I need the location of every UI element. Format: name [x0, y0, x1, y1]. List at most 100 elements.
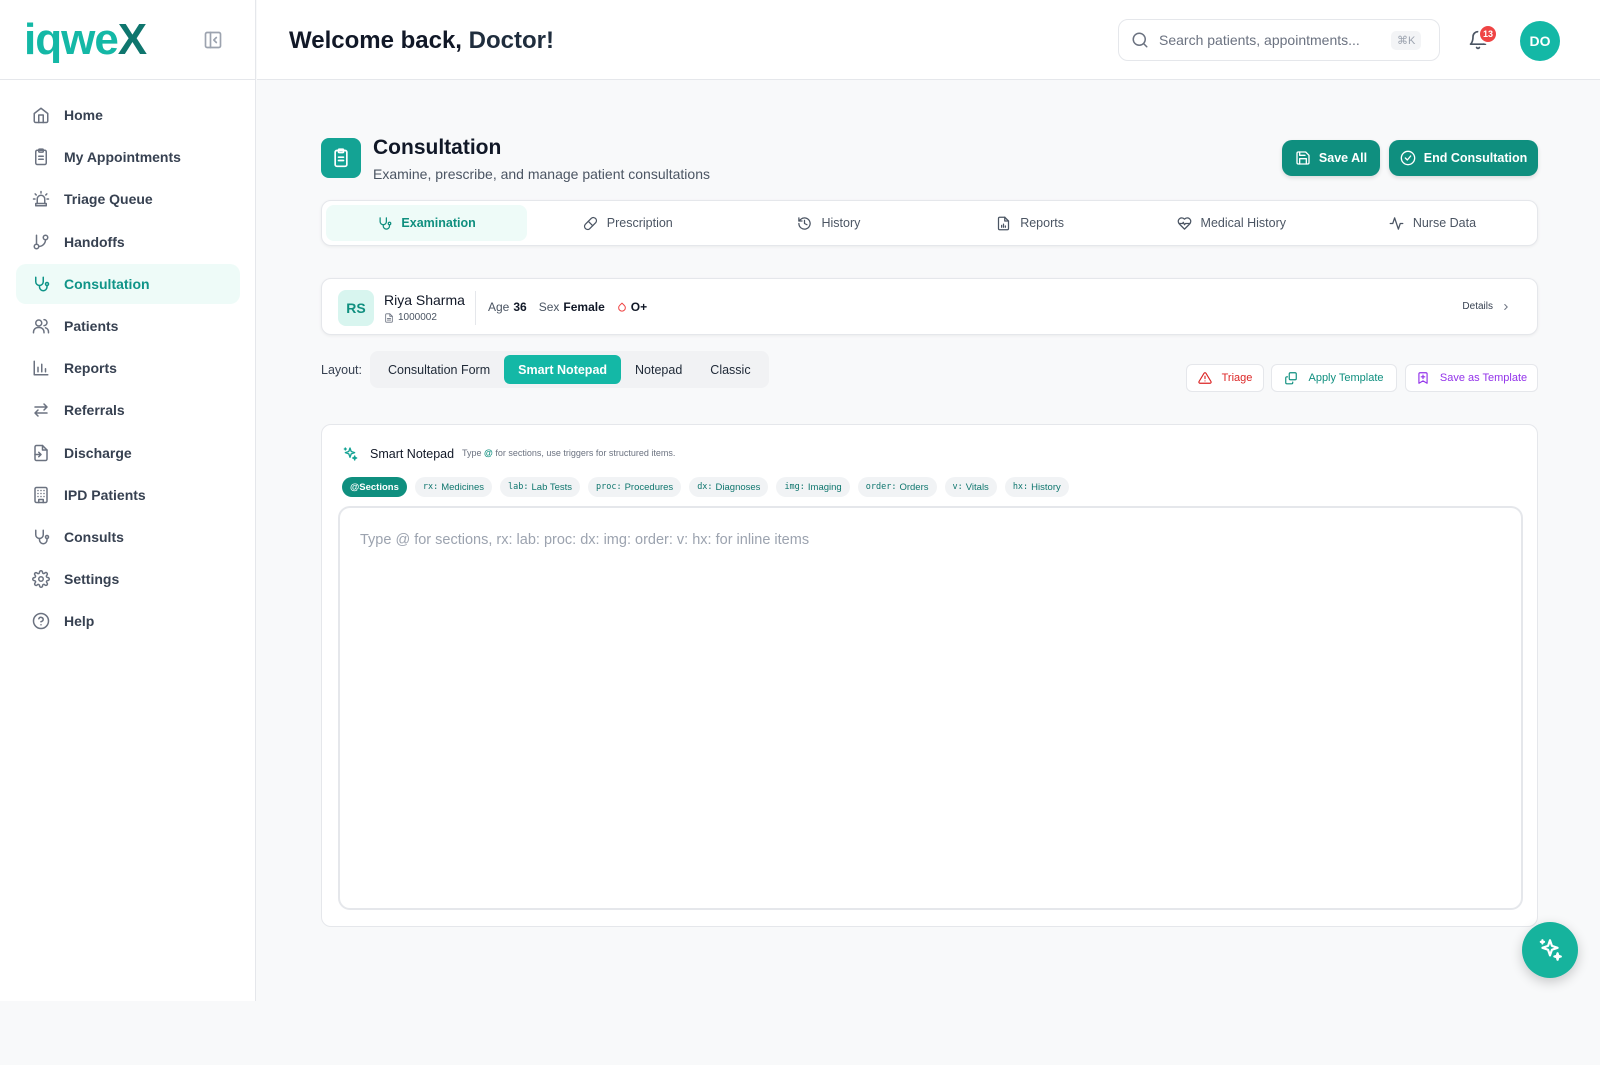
tab-label: Examination: [401, 216, 476, 230]
sidebar-item-triage-queue[interactable]: Triage Queue: [16, 179, 240, 219]
sidebar-item-handoffs[interactable]: Handoffs: [16, 222, 240, 262]
sidebar-item-label: Consultation: [64, 275, 150, 292]
smart-notepad-panel: Smart Notepad Type @ for sections, use t…: [321, 424, 1538, 927]
chip-procedures[interactable]: proc: Procedures: [588, 477, 682, 497]
file-icon: [384, 312, 394, 323]
sidebar-collapse-icon[interactable]: [203, 30, 223, 50]
ai-assistant-button[interactable]: [1522, 922, 1578, 978]
tab-label: Nurse Data: [1412, 216, 1477, 230]
sidebar-item-discharge[interactable]: Discharge: [16, 433, 240, 473]
chip-vitals[interactable]: v: Vitals: [944, 477, 997, 497]
history-icon: [797, 216, 812, 231]
chip-trigger: v:: [952, 482, 963, 492]
chip-orders[interactable]: order: Orders: [857, 477, 937, 497]
sidebar-item-label: Patients: [64, 317, 119, 334]
tab-label: Medical History: [1200, 216, 1286, 230]
chip-trigger: proc:: [596, 482, 622, 492]
chip-label: Procedures: [624, 481, 674, 493]
sidebar-item-label: Settings: [64, 571, 120, 588]
apply-template-button[interactable]: Apply Template: [1271, 364, 1397, 392]
chip-label: Vitals: [965, 481, 989, 493]
sparkles-icon: [1539, 939, 1562, 961]
sidebar-item-help[interactable]: Help: [16, 601, 240, 641]
logo[interactable]: iqweX: [24, 15, 147, 64]
layout-smart-notepad[interactable]: Smart Notepad: [504, 355, 622, 384]
chip-sections[interactable]: @ Sections: [342, 477, 407, 497]
chip-trigger: lab:: [508, 482, 529, 492]
chip-diagnoses[interactable]: dx: Diagnoses: [689, 477, 769, 497]
chip-history[interactable]: hx: History: [1004, 477, 1069, 497]
sidebar-item-label: My Appointments: [64, 149, 181, 166]
sex-value: Female: [563, 300, 605, 314]
tab-prescription[interactable]: Prescription: [527, 205, 728, 241]
sidebar-item-consults[interactable]: Consults: [16, 517, 240, 557]
tab-medical-history[interactable]: Medical History: [1131, 205, 1332, 241]
blood-drop-icon: [617, 301, 627, 313]
welcome-prefix: Welcome back,: [289, 27, 469, 54]
notification-badge: 13: [1478, 24, 1498, 44]
trigger-chips: @ Sections rx: Medicines lab: Lab Tests pro…: [342, 477, 1077, 497]
check-circle-icon: [1400, 150, 1416, 166]
sidebar-item-home[interactable]: Home: [16, 95, 240, 135]
global-search[interactable]: ⌘K: [1118, 19, 1440, 61]
chip-label: Imaging: [807, 481, 842, 493]
logo-text: iqwe: [24, 15, 119, 64]
chip-lab-tests[interactable]: lab: Lab Tests: [500, 477, 580, 497]
sidebar-item-ipd-patients[interactable]: IPD Patients: [16, 475, 240, 515]
layout-classic[interactable]: Classic: [696, 355, 764, 384]
sidebar-item-my-appointments[interactable]: My Appointments: [16, 137, 240, 177]
layout-selector: Consultation Form Smart Notepad Notepad …: [370, 351, 769, 388]
user-avatar[interactable]: DO: [1520, 21, 1560, 61]
sidebar-item-label: Handoffs: [64, 233, 125, 250]
hint-symbol: @: [484, 448, 493, 458]
tab-examination[interactable]: Examination: [326, 205, 528, 241]
details-link[interactable]: Details: [1462, 301, 1511, 312]
hint-prefix: Type: [462, 448, 482, 458]
triage-button[interactable]: Triage: [1186, 364, 1264, 392]
patient-id-value: 1000002: [398, 312, 437, 323]
gear-icon: [32, 570, 50, 588]
notepad-editor[interactable]: [338, 506, 1523, 910]
save-as-template-button[interactable]: Save as Template: [1405, 364, 1538, 392]
alert-triangle-icon: [1197, 371, 1212, 385]
sidebar-item-consultation[interactable]: Consultation: [16, 263, 240, 304]
sidebar-item-referrals[interactable]: Referrals: [16, 390, 240, 430]
tab-reports[interactable]: Reports: [930, 205, 1131, 241]
sidebar-item-patients[interactable]: Patients: [16, 306, 240, 346]
layout-notepad[interactable]: Notepad: [621, 355, 696, 384]
sidebar-item-label: Discharge: [64, 444, 132, 461]
top-header: Welcome back, Doctor! ⌘K 13 DO: [257, 0, 1600, 80]
blood-group-value: O+: [630, 300, 648, 314]
notepad-hint: Type @ for sections, use triggers for st…: [462, 448, 675, 458]
search-icon: [1131, 31, 1149, 49]
help-circle-icon: [32, 612, 50, 630]
end-consultation-button[interactable]: End Consultation: [1389, 140, 1538, 176]
chip-trigger: @: [350, 481, 360, 493]
sidebar-item-reports[interactable]: Reports: [16, 348, 240, 388]
pill-icon: [583, 216, 598, 231]
consultation-tabs: Examination Prescription History Reports…: [321, 200, 1538, 246]
layout-consultation-form[interactable]: Consultation Form: [374, 355, 504, 384]
end-consultation-label: End Consultation: [1423, 151, 1528, 165]
age-label: Age: [488, 300, 510, 314]
sidebar-item-label: Consults: [64, 528, 124, 545]
file-exit-icon: [32, 444, 50, 462]
chip-label: Sections: [359, 481, 399, 493]
tab-label: Reports: [1020, 216, 1064, 230]
chip-label: Medicines: [441, 481, 485, 493]
tab-label: History: [821, 216, 861, 230]
chip-trigger: hx:: [1012, 482, 1029, 492]
users-icon: [32, 317, 50, 335]
sidebar-item-label: Reports: [64, 360, 117, 377]
chip-imaging[interactable]: img: Imaging: [776, 477, 850, 497]
search-input[interactable]: [1159, 32, 1389, 48]
stethoscope-icon: [32, 528, 50, 546]
notepad-title: Smart Notepad: [370, 447, 455, 461]
sidebar-item-settings[interactable]: Settings: [16, 559, 240, 599]
home-icon: [32, 106, 50, 124]
tab-nurse-data[interactable]: Nurse Data: [1332, 205, 1533, 241]
hint-suffix: for sections, use triggers for structure…: [495, 448, 676, 458]
tab-history[interactable]: History: [728, 205, 929, 241]
save-all-button[interactable]: Save All: [1282, 140, 1380, 176]
chip-medicines[interactable]: rx: Medicines: [414, 477, 493, 497]
